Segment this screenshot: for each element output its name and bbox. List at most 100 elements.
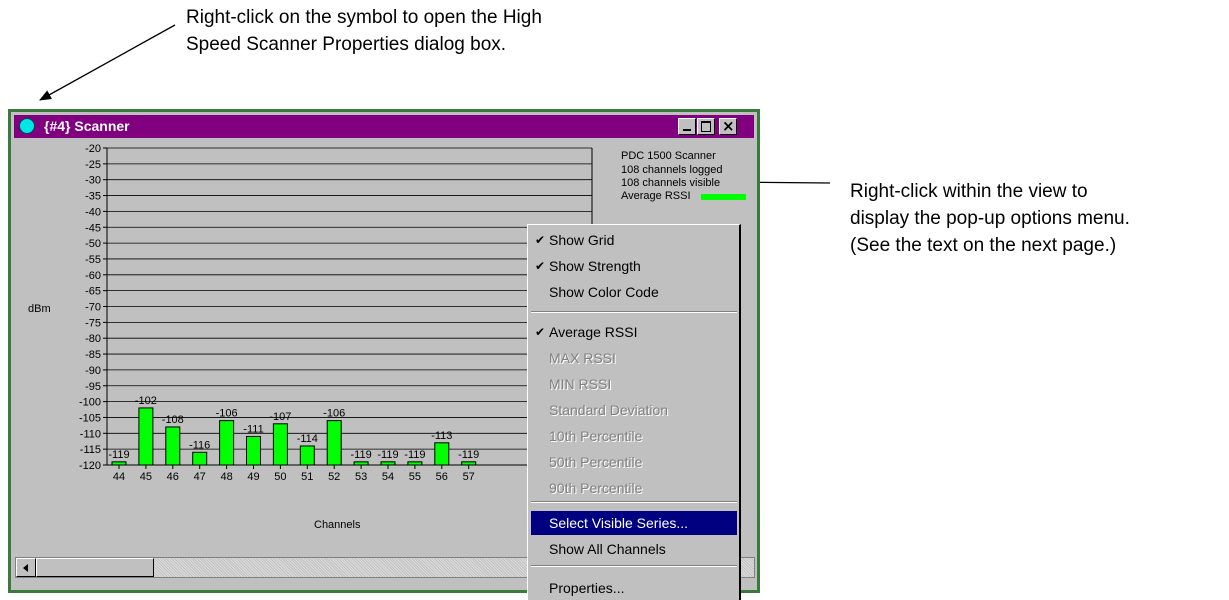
x-tick-label: 52 [328,471,340,483]
menu-item-label: 50th Percentile [549,454,643,470]
bar-value-label: -111 [243,423,263,435]
y-tick-label: -70 [85,302,101,314]
y-tick-label: -60 [85,270,101,282]
menu-item-label: 90th Percentile [549,480,643,496]
bar-value-label: -107 [269,411,291,423]
y-tick-label: -85 [85,349,101,361]
x-tick-label: 54 [382,471,394,483]
x-tick-label: 55 [409,471,421,483]
legend-series-name: Average RSSI [621,190,691,202]
close-icon: × [722,117,735,135]
y-tick-label: -105 [79,412,101,424]
menu-separator [531,565,737,567]
menu-separator [531,501,737,503]
y-tick-label: -25 [85,159,101,171]
bar-value-label: -113 [431,430,452,442]
y-tick-label: -80 [85,333,101,345]
maximize-icon [701,121,711,132]
window-title: {#4} Scanner [44,118,130,134]
bar [272,423,288,466]
menu-item-select-visible-series[interactable]: Select Visible Series... [531,511,737,535]
bar [326,420,342,466]
bar-value-label: -114 [297,433,318,445]
x-tick-label: 56 [436,471,448,483]
x-tick-label: 53 [355,471,367,483]
x-tick-label: 48 [220,471,232,483]
menu-item-label: Show Strength [549,258,641,274]
bar-value-label: -116 [189,439,210,451]
callout-view-hint: Right-click within the view to display t… [850,181,1130,256]
menu-item-show-grid[interactable]: ✔ Show Grid [531,228,737,252]
bar-value-label: -119 [377,449,398,461]
menu-item-show-strength[interactable]: ✔ Show Strength [531,254,737,278]
y-tick-label: -115 [80,444,101,456]
menu-item-label: Average RSSI [549,324,638,340]
menu-item-average-rssi[interactable]: ✔ Average RSSI [531,320,737,344]
callout-symbol-hint: Right-click on the symbol to open the Hi… [186,7,542,55]
menu-item-label: 10th Percentile [549,428,643,444]
menu-item-10th-percentile: 10th Percentile [531,424,737,448]
y-tick-label: -30 [85,175,101,187]
bar [434,442,450,466]
menu-item-50th-percentile: 50th Percentile [531,450,737,474]
x-tick-label: 46 [167,471,179,483]
menu-item-label: Show Grid [549,232,615,248]
menu-item-label: Properties... [549,580,625,596]
legend-scanner-name: PDC 1500 Scanner [621,150,716,162]
y-tick-label: -110 [80,428,101,440]
bar-value-label: -119 [404,449,425,461]
minimize-button[interactable] [678,118,696,135]
bar [246,435,261,466]
x-tick-label: 50 [274,471,286,483]
y-tick-label: -120 [79,460,101,472]
scanner-symbol-icon[interactable] [19,118,35,134]
check-icon: ✔ [534,259,546,273]
bar-value-label: -119 [458,449,479,461]
menu-item-standard-deviation: Standard Deviation [531,398,737,422]
x-tick-label: 44 [113,471,125,483]
y-axis-label: dBm [28,303,51,315]
x-tick-label: 49 [247,471,259,483]
bar [138,407,154,466]
menu-item-label: Standard Deviation [549,402,669,418]
close-button[interactable]: × [719,117,737,135]
bar [299,445,315,466]
menu-item-show-color-code[interactable]: Show Color Code [531,280,737,304]
menu-item-label: MIN RSSI [549,376,612,392]
menu-item-min-rssi: MIN RSSI [531,372,737,396]
menu-item-label: Select Visible Series... [549,515,689,531]
bar-value-label: -119 [108,449,129,461]
context-menu: ✔ Show Grid ✔ Show Strength Show Color Code ✔… [527,224,741,600]
x-axis-label: Channels [314,519,361,531]
check-icon: ✔ [534,325,546,339]
y-tick-label: -45 [85,222,101,234]
x-tick-label: 57 [463,471,475,483]
menu-item-show-all-channels[interactable]: Show All Channels [531,537,737,561]
arrow-to-symbol [39,24,176,101]
bar-value-label: -106 [323,408,345,420]
y-tick-label: -55 [85,254,101,266]
x-tick-label: 47 [194,471,206,483]
scroll-thumb[interactable] [36,558,154,577]
menu-item-label: Show All Channels [549,541,666,557]
y-tick-label: -75 [85,317,101,329]
title-bar[interactable]: {#4} Scanner × [14,115,754,138]
y-tick-label: -50 [85,238,101,250]
bar-value-label: -106 [216,408,238,420]
legend-series-swatch [701,194,746,200]
y-tick-label: -65 [85,286,101,298]
bar [165,426,181,466]
menu-item-label: MAX RSSI [549,350,616,366]
y-tick-label: -90 [85,365,101,377]
x-tick-label: 45 [140,471,152,483]
scroll-left-button[interactable] [16,558,36,577]
bar [192,451,208,466]
y-tick-label: -20 [85,143,101,155]
maximize-button[interactable] [697,118,715,135]
bar-value-label: -108 [162,414,184,426]
legend-channels-visible: 108 channels visible [621,177,721,189]
menu-separator [531,311,737,313]
menu-item-max-rssi: MAX RSSI [531,346,737,370]
y-tick-label: -35 [85,191,101,203]
menu-item-properties[interactable]: Properties... [531,576,737,600]
